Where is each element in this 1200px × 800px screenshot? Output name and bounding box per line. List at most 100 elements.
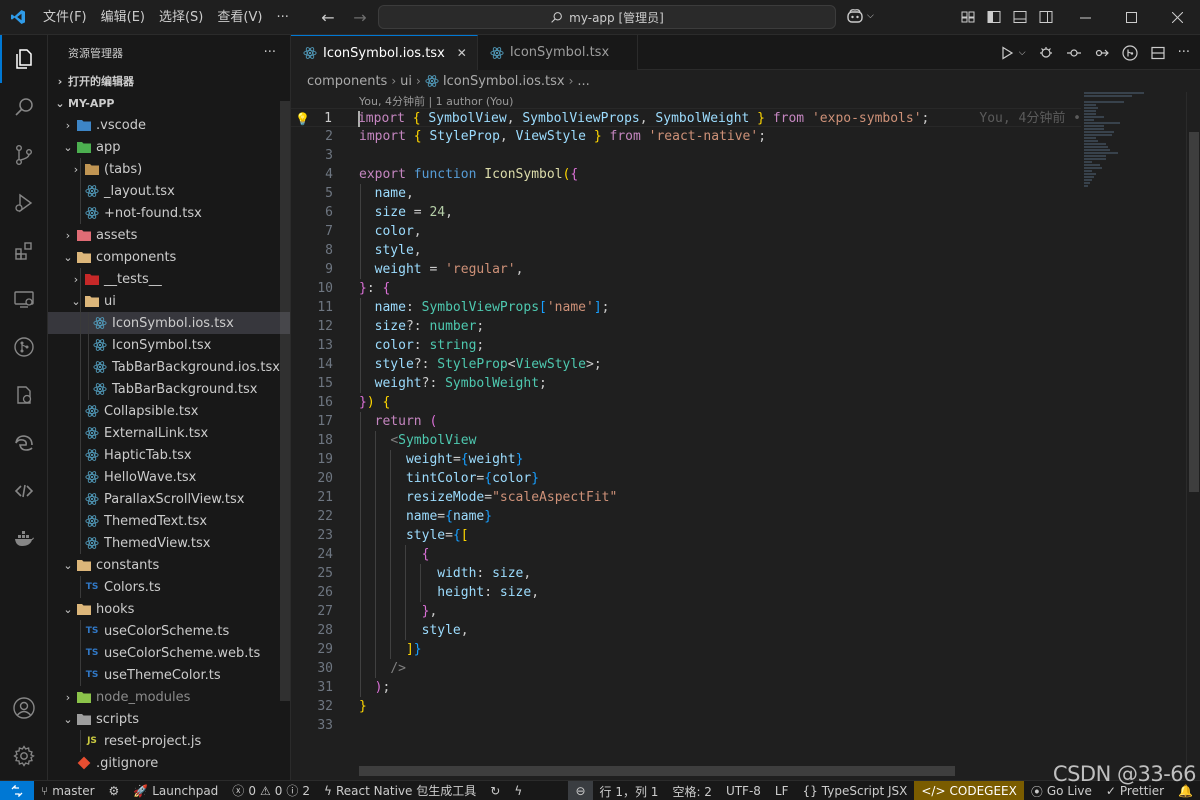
tree-file[interactable]: IconSymbol.ios.tsx <box>48 312 290 334</box>
git-graph-icon[interactable] <box>1121 44 1138 61</box>
breadcrumb-item[interactable]: IconSymbol.ios.tsx <box>443 74 565 89</box>
extensions-view-button[interactable] <box>0 227 48 275</box>
chevron-down-icon[interactable]: ⌵ <box>1019 48 1026 58</box>
run-icon[interactable] <box>999 45 1015 61</box>
react-native-item[interactable]: ϟ React Native 包生成工具 <box>317 781 483 800</box>
source-control-view-button[interactable] <box>0 131 48 179</box>
code-editor[interactable]: 💡 1 import { SymbolView, SymbolViewProps… <box>291 108 1081 768</box>
tree-file[interactable]: TS useThemeColor.ts <box>48 664 290 686</box>
editor-horizontal-scrollbar[interactable] <box>359 766 955 776</box>
codegeex-item[interactable]: </> CODEGEEX <box>914 781 1024 800</box>
editor-vertical-scrollbar[interactable] <box>1186 92 1200 780</box>
tree-file[interactable]: HapticTab.tsx <box>48 444 290 466</box>
close-button[interactable] <box>1154 0 1200 35</box>
encoding[interactable]: UTF-8 <box>719 781 768 800</box>
tree-file[interactable]: ExternalLink.tsx <box>48 422 290 444</box>
breadcrumb-item[interactable]: components <box>307 74 387 89</box>
toggle-secondary-sidebar-icon[interactable] <box>1038 9 1054 25</box>
breadcrumb-item[interactable]: ... <box>577 74 589 89</box>
sync-status[interactable]: ⚙ <box>102 781 127 800</box>
tree-folder[interactable]: › (tabs) <box>48 158 290 180</box>
tree-folder[interactable]: › __tests__ <box>48 268 290 290</box>
tree-file[interactable]: TS useColorScheme.ts <box>48 620 290 642</box>
manage-button[interactable] <box>0 732 48 780</box>
more-actions-button[interactable]: ··· <box>264 45 276 60</box>
project-section[interactable]: ⌄ MY-APP <box>48 92 290 114</box>
tree-folder[interactable]: ⌄ scripts <box>48 708 290 730</box>
toggle-panel-icon[interactable] <box>1012 9 1028 25</box>
tree-folder[interactable]: › node_modules <box>48 686 290 708</box>
zoom-item[interactable]: ⊖ <box>568 781 593 800</box>
breadcrumb-item[interactable]: ui <box>400 74 412 89</box>
tree-folder[interactable]: ⌄ hooks <box>48 598 290 620</box>
explorer-view-button[interactable] <box>0 35 48 83</box>
tree-folder[interactable]: ⌄ app <box>48 136 290 158</box>
remote-indicator[interactable] <box>0 780 34 800</box>
back-arrow-icon[interactable]: ← <box>318 8 338 27</box>
menu-selection[interactable]: 选择(S) <box>152 0 210 35</box>
tree-file[interactable]: ParallaxScrollView.tsx <box>48 488 290 510</box>
menu-view[interactable]: 查看(V) <box>210 0 269 35</box>
debug-alt-icon[interactable] <box>1038 45 1054 61</box>
tab-iconsymbol[interactable]: IconSymbol.tsx <box>477 35 639 70</box>
tree-file[interactable]: HelloWave.tsx <box>48 466 290 488</box>
tree-folder[interactable]: ⌄ components <box>48 246 290 268</box>
more-actions-icon[interactable]: ··· <box>1178 45 1190 60</box>
minimize-button[interactable] <box>1062 0 1108 35</box>
lightning-item[interactable]: ϟ <box>507 781 529 800</box>
cursor-position[interactable]: 行 1，列 1 <box>593 781 666 800</box>
tree-file[interactable]: ThemedText.tsx <box>48 510 290 532</box>
split-editor-icon[interactable] <box>1150 45 1166 61</box>
menu-file[interactable]: 文件(F) <box>36 0 94 35</box>
tree-folder[interactable]: ⌄ constants <box>48 554 290 576</box>
containers-view-button[interactable] <box>0 371 48 419</box>
tree-file[interactable]: TS Colors.ts <box>48 576 290 598</box>
tree-file[interactable]: TabBarBackground.ios.tsx <box>48 356 290 378</box>
menu-more[interactable]: ··· <box>269 0 295 35</box>
accounts-button[interactable] <box>0 684 48 732</box>
end-of-line[interactable]: LF <box>768 781 796 800</box>
tree-folder[interactable]: › .vscode <box>48 114 290 136</box>
close-icon[interactable]: ✕ <box>457 46 467 60</box>
command-center[interactable]: my-app [管理员] <box>378 5 836 29</box>
launchpad-item[interactable]: 🚀 Launchpad <box>126 781 225 800</box>
run-debug-view-button[interactable] <box>0 179 48 227</box>
tree-file[interactable]: Collapsible.tsx <box>48 400 290 422</box>
git-commit-icon[interactable] <box>1066 45 1082 61</box>
tree-file[interactable]: .gitignore <box>48 752 290 774</box>
tree-file[interactable]: JS reset-project.js <box>48 730 290 752</box>
problems-item[interactable]: ⓧ 0 ⚠ 0 ⓘ 2 <box>225 781 317 800</box>
tree-file[interactable]: ThemedView.tsx <box>48 532 290 554</box>
tree-file[interactable]: TabBarBackground.tsx <box>48 378 290 400</box>
tree-folder[interactable]: ⌄ ui <box>48 290 290 312</box>
tree-file[interactable]: TS useColorScheme.web.ts <box>48 642 290 664</box>
git-branch[interactable]: ⑂ master <box>34 781 102 800</box>
git-compare-icon[interactable] <box>1094 45 1110 61</box>
folder-icon <box>76 557 92 573</box>
forward-arrow-icon[interactable]: → <box>350 8 370 27</box>
scrollbar-thumb[interactable] <box>1189 132 1199 492</box>
language-mode[interactable]: {} TypeScript JSX <box>796 781 915 800</box>
tree-file[interactable]: _layout.tsx <box>48 180 290 202</box>
refresh-item[interactable]: ↻ <box>483 781 507 800</box>
open-editors-section[interactable]: › 打开的编辑器 <box>48 70 290 92</box>
minimap[interactable] <box>1084 92 1179 772</box>
edge-devtools-view-button[interactable] <box>0 419 48 467</box>
indentation[interactable]: 空格: 2 <box>665 781 719 800</box>
toggle-primary-sidebar-icon[interactable] <box>986 9 1002 25</box>
docker-view-button[interactable] <box>0 515 48 563</box>
tree-folder[interactable]: › assets <box>48 224 290 246</box>
tree-file[interactable]: IconSymbol.tsx <box>48 334 290 356</box>
remote-explorer-view-button[interactable] <box>0 275 48 323</box>
maximize-button[interactable] <box>1108 0 1154 35</box>
search-view-button[interactable] <box>0 83 48 131</box>
codelens-author[interactable]: You, 4分钟前 | 1 author (You) <box>359 93 513 109</box>
customize-layout-icon[interactable] <box>960 9 976 25</box>
menu-edit[interactable]: 编辑(E) <box>94 0 152 35</box>
sidebar-scrollbar[interactable] <box>280 101 290 701</box>
tab-iconsymbol-ios[interactable]: IconSymbol.ios.tsx ✕ <box>291 35 478 70</box>
git-graph-view-button[interactable] <box>0 323 48 371</box>
tree-file[interactable]: +not-found.tsx <box>48 202 290 224</box>
codegeex-view-button[interactable] <box>0 467 48 515</box>
copilot-menu[interactable]: ⌵ <box>846 8 874 24</box>
